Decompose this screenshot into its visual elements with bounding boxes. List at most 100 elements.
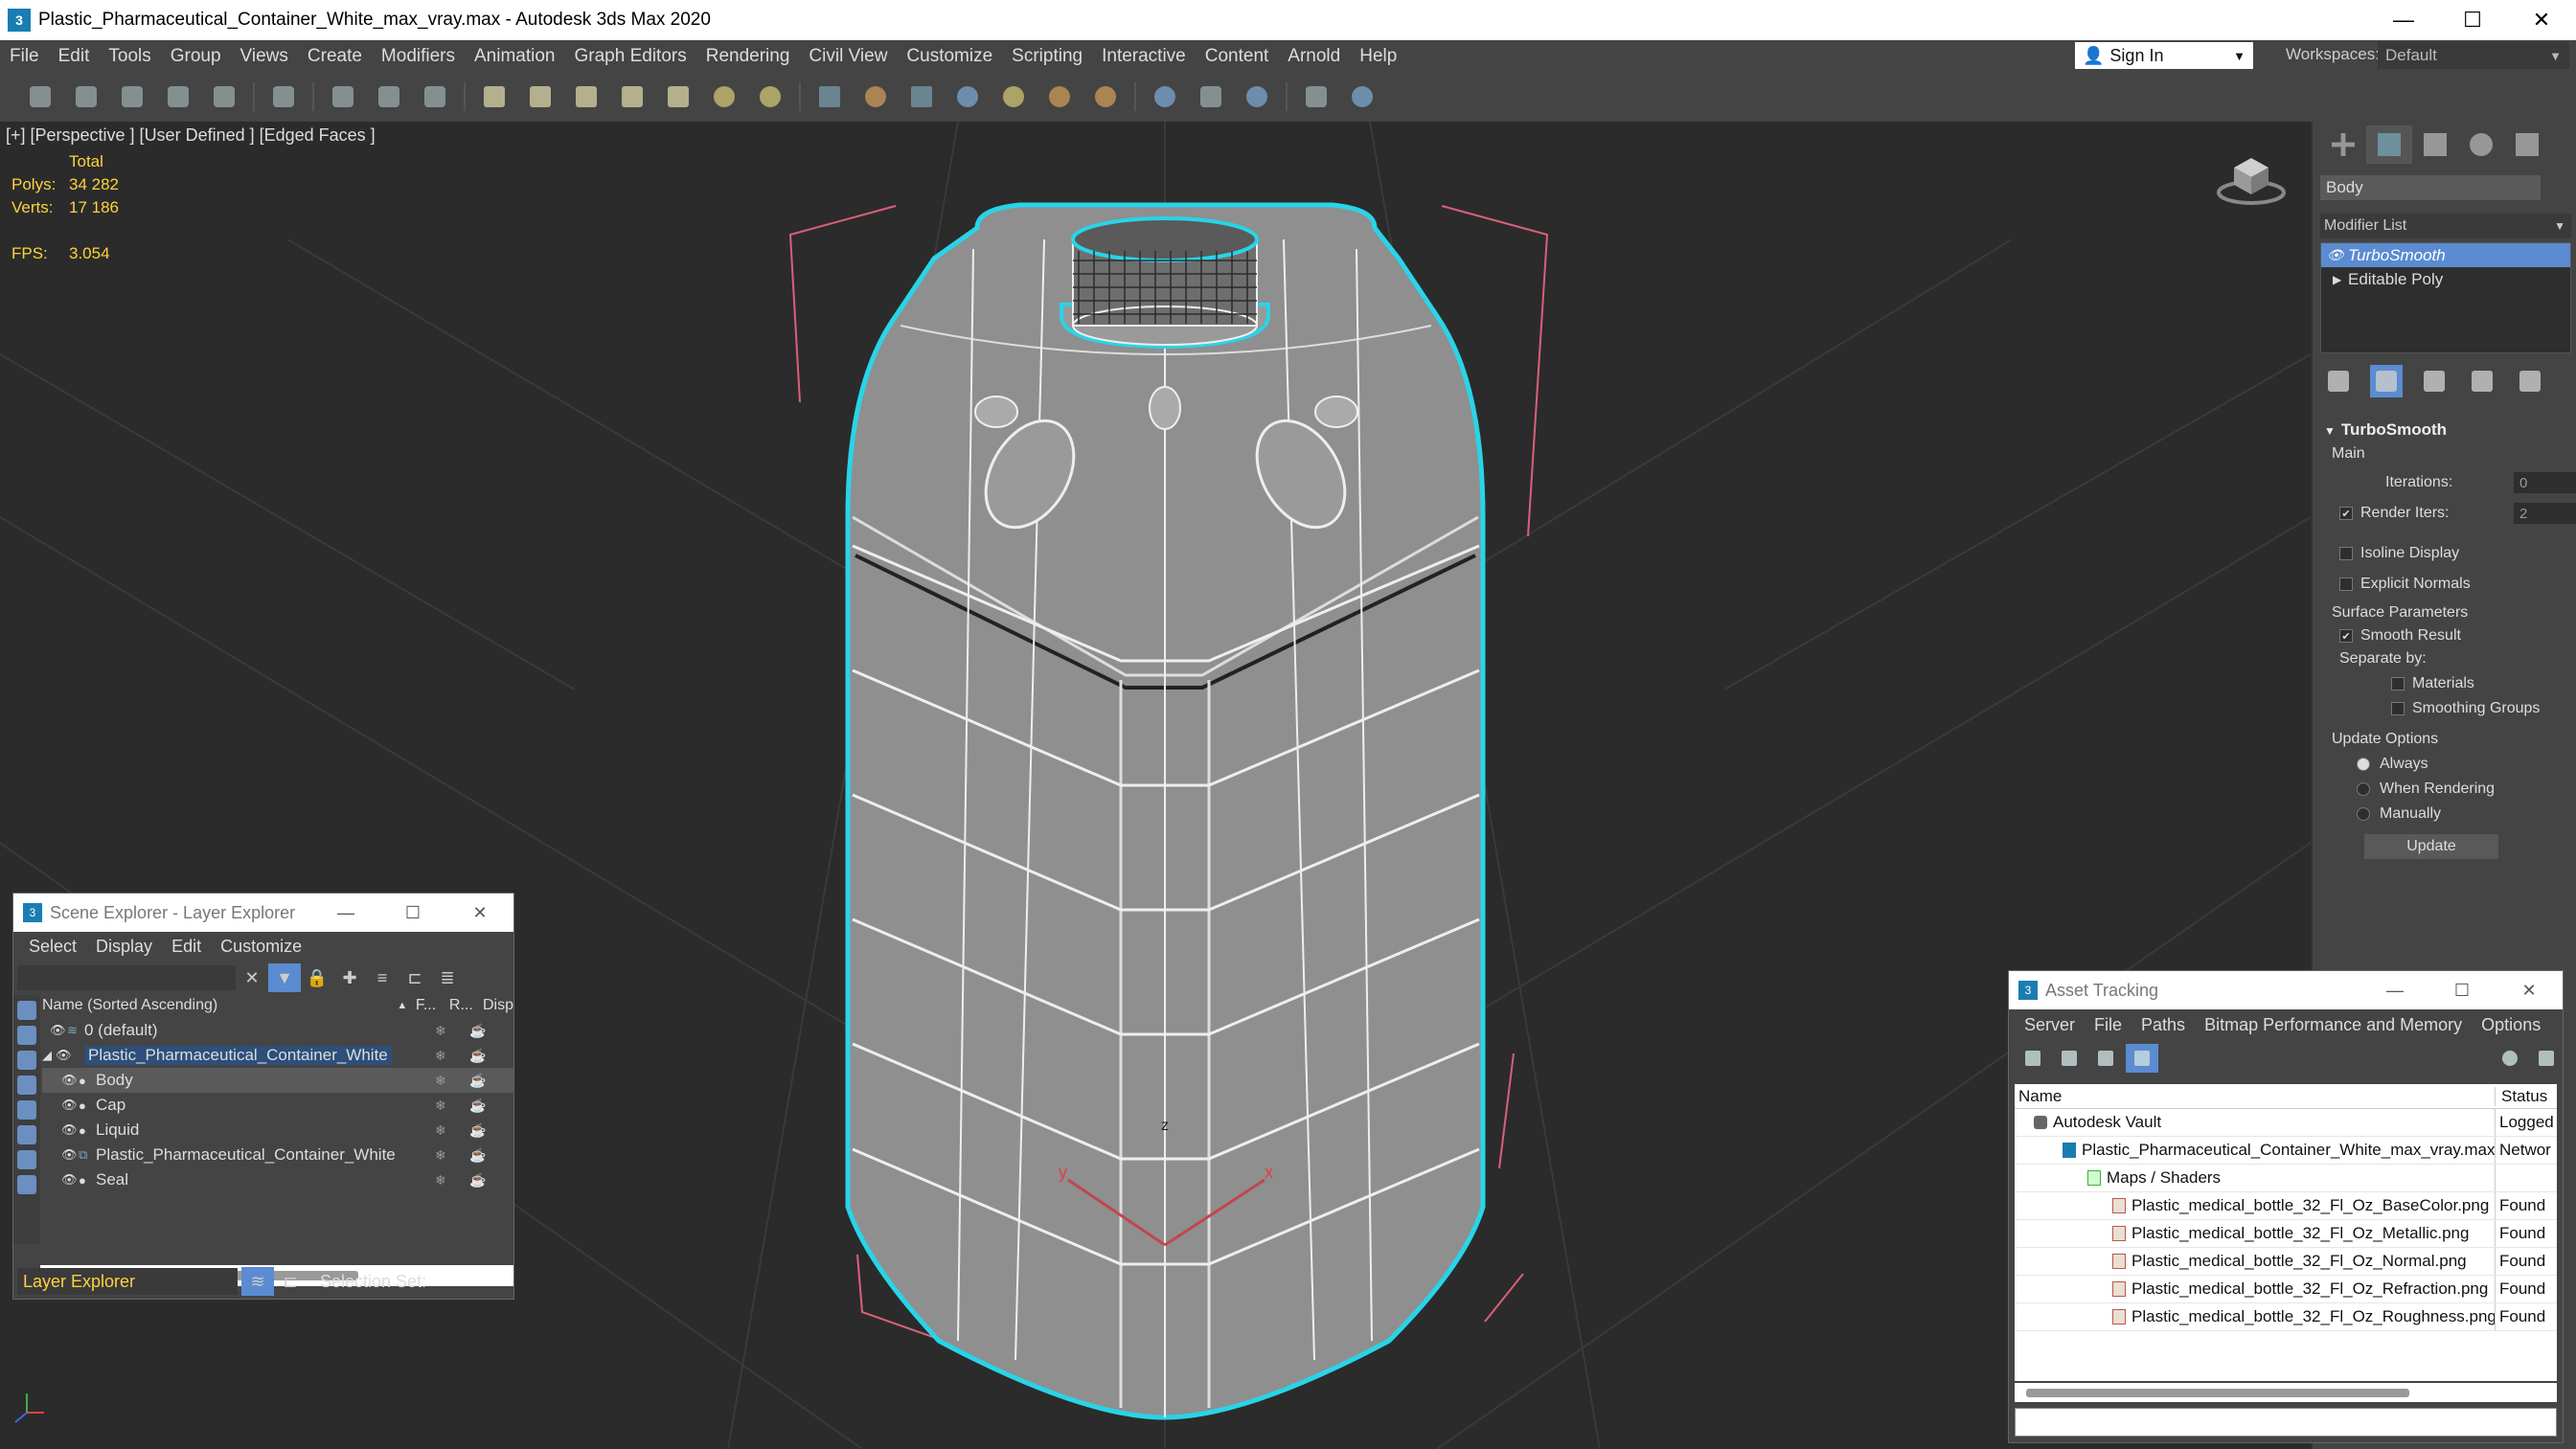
add-layer-icon[interactable]: ✚	[333, 963, 366, 992]
expand-triangle-icon[interactable]: ▶	[2333, 273, 2341, 286]
minimize-button[interactable]: —	[2361, 981, 2428, 1001]
helpers-filter-icon[interactable]	[17, 1100, 36, 1120]
se-menu-customize[interactable]: Customize	[211, 937, 311, 957]
hierarchy-tab-icon[interactable]	[2412, 125, 2458, 164]
manually-radio[interactable]	[2357, 807, 2370, 821]
render-teapot-icon[interactable]: ☕	[469, 1122, 486, 1139]
col-display[interactable]: Disp	[483, 997, 513, 1014]
asset-row-vault[interactable]: Autodesk Vault Logged	[2015, 1109, 2557, 1137]
eye-icon[interactable]: 👁	[61, 1147, 78, 1163]
asset-row-refraction[interactable]: Plastic_medical_bottle_32_Fl_Oz_Refracti…	[2015, 1276, 2557, 1303]
viewcube-icon[interactable]	[2213, 148, 2290, 206]
asset-row-roughness[interactable]: Plastic_medical_bottle_32_Fl_Oz_Roughnes…	[2015, 1303, 2557, 1331]
render-teapot-icon[interactable]: ☕	[469, 1147, 486, 1164]
eye-icon[interactable]: 👁	[61, 1073, 78, 1088]
asset-row-basecolor[interactable]: Plastic_medical_bottle_32_Fl_Oz_BaseColo…	[2015, 1192, 2557, 1220]
list-icon[interactable]	[2053, 1044, 2086, 1073]
render-iters-checkbox[interactable]: ✔	[2339, 507, 2353, 520]
redo-icon[interactable]	[63, 76, 109, 118]
pin-icon[interactable]	[2530, 1044, 2563, 1073]
shapes-filter-icon[interactable]	[17, 1026, 36, 1045]
show-end-result-icon[interactable]	[2370, 365, 2403, 397]
menu-customize[interactable]: Customize	[897, 46, 1002, 67]
close-button[interactable]: ✕	[446, 903, 513, 923]
hair-icon[interactable]	[1083, 76, 1128, 118]
menu-create[interactable]: Create	[298, 46, 372, 67]
menu-tools[interactable]: Tools	[99, 46, 160, 67]
explorer-type-dropdown[interactable]: Layer Explorer	[17, 1268, 238, 1295]
lights-filter-icon[interactable]	[17, 1051, 36, 1070]
eye-icon[interactable]: 👁	[50, 1023, 66, 1038]
isoline-display-checkbox[interactable]	[2339, 547, 2353, 560]
scene-explorer-titlebar[interactable]: 3 Scene Explorer - Layer Explorer — ☐ ✕	[13, 894, 513, 932]
maximize-button[interactable]: ☐	[2428, 981, 2496, 1001]
sign-in-dropdown[interactable]: 👤 Sign In ▼	[2075, 42, 2253, 69]
iterations-spinner[interactable]: 0	[2514, 472, 2576, 493]
eye-icon[interactable]: 👁	[2327, 247, 2344, 263]
sun-icon[interactable]	[747, 76, 793, 118]
se-menu-edit[interactable]: Edit	[162, 937, 211, 957]
col-name[interactable]: Name	[2015, 1086, 2496, 1106]
at-menu-file[interactable]: File	[2085, 1015, 2131, 1035]
menu-modifiers[interactable]: Modifiers	[372, 46, 465, 67]
asset-row-maps[interactable]: Maps / Shaders	[2015, 1165, 2557, 1192]
world-icon[interactable]	[945, 76, 991, 118]
filter-icon[interactable]: ▼	[268, 963, 301, 992]
menu-scripting[interactable]: Scripting	[1002, 46, 1092, 67]
help-icon[interactable]	[2494, 1044, 2526, 1073]
scale-icon[interactable]	[412, 76, 458, 118]
always-radio[interactable]	[2357, 758, 2370, 771]
eye-icon[interactable]: 👁	[61, 1172, 78, 1188]
menu-views[interactable]: Views	[231, 46, 298, 67]
stack-item-turbosmooth[interactable]: 👁 TurboSmooth	[2321, 243, 2570, 267]
box-icon[interactable]	[471, 76, 517, 118]
minimize-button[interactable]: —	[312, 903, 379, 923]
stack-item-editable-poly[interactable]: ▶ Editable Poly	[2321, 267, 2570, 291]
menu-rendering[interactable]: Rendering	[696, 46, 800, 67]
cone-icon[interactable]	[517, 76, 563, 118]
asset-row-max-file[interactable]: Plastic_Pharmaceutical_Container_White_m…	[2015, 1137, 2557, 1165]
at-menu-options[interactable]: Options	[2472, 1015, 2550, 1035]
asset-row-metallic[interactable]: Plastic_medical_bottle_32_Fl_Oz_Metallic…	[2015, 1220, 2557, 1248]
help-icon[interactable]	[1339, 76, 1385, 118]
plant-icon[interactable]	[991, 76, 1037, 118]
menu-group[interactable]: Group	[161, 46, 231, 67]
light-icon[interactable]	[701, 76, 747, 118]
render-icon[interactable]	[1142, 76, 1188, 118]
render-teapot-icon[interactable]: ☕	[469, 1098, 486, 1114]
hierarchy-toggle-icon[interactable]: ⊏	[274, 1267, 307, 1296]
layers-toggle-icon[interactable]: ≋	[241, 1267, 274, 1296]
rotate-icon[interactable]	[366, 76, 412, 118]
materials-checkbox[interactable]	[2391, 677, 2405, 691]
freeze-icon[interactable]: ❄	[435, 1098, 446, 1114]
freeze-icon[interactable]: ❄	[435, 1147, 446, 1164]
biped-icon[interactable]	[899, 76, 945, 118]
viewport-label[interactable]: [+] [Perspective ] [User Defined ] [Edge…	[6, 125, 376, 146]
make-unique-icon[interactable]	[2418, 365, 2451, 397]
render-frame-icon[interactable]	[1188, 76, 1234, 118]
create-tab-icon[interactable]	[2320, 125, 2366, 164]
grid-view-icon[interactable]	[2126, 1044, 2158, 1073]
tree-row-default-layer[interactable]: 👁 ≋ 0 (default) ❄ ☕	[42, 1018, 513, 1043]
render-teapot-icon[interactable]: ☕	[469, 1073, 486, 1089]
freeze-icon[interactable]: ❄	[435, 1023, 446, 1039]
menu-animation[interactable]: Animation	[465, 46, 565, 67]
clear-search-icon[interactable]: ✕	[236, 963, 268, 992]
render-setup-icon[interactable]	[1234, 76, 1280, 118]
cameras-filter-icon[interactable]	[17, 1075, 36, 1095]
menu-graph-editors[interactable]: Graph Editors	[565, 46, 696, 67]
asset-row-normal[interactable]: Plastic_medical_bottle_32_Fl_Oz_Normal.p…	[2015, 1248, 2557, 1276]
freeze-icon[interactable]: ❄	[435, 1172, 446, 1189]
col-name[interactable]: Name (Sorted Ascending)	[42, 997, 397, 1014]
grid-icon[interactable]	[807, 76, 853, 118]
render-teapot-icon[interactable]: ☕	[469, 1172, 486, 1189]
scrollbar-thumb[interactable]	[2026, 1389, 2409, 1397]
display-tab-icon[interactable]	[2504, 125, 2550, 164]
pyramid-icon[interactable]	[655, 76, 701, 118]
eye-icon[interactable]: 👁	[56, 1048, 72, 1063]
select-link-icon[interactable]	[261, 76, 307, 118]
layers-icon[interactable]: ≡	[366, 963, 399, 992]
open-icon[interactable]	[155, 76, 201, 118]
bones-icon[interactable]	[853, 76, 899, 118]
minimize-button[interactable]: —	[2369, 0, 2438, 40]
